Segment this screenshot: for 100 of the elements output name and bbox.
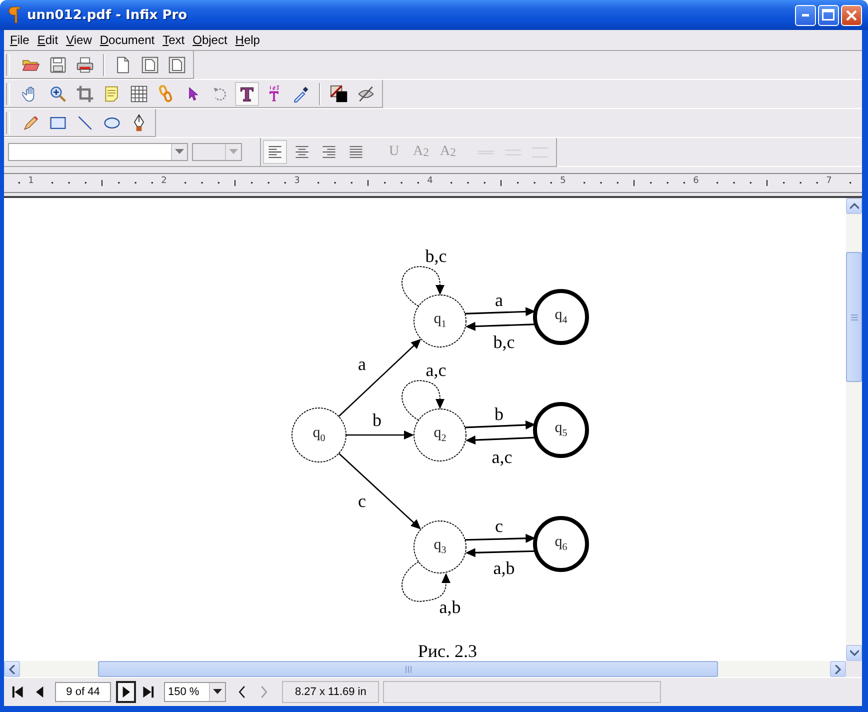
- scroll-down-button[interactable]: [846, 645, 862, 661]
- state-label: q$_{1}$: [434, 312, 446, 330]
- triangle-icon: [10, 684, 26, 700]
- transition-label: a,b: [493, 559, 515, 577]
- minimize-button[interactable]: [795, 4, 816, 26]
- align-right-icon: [320, 143, 338, 161]
- transition-label: a,c: [426, 361, 446, 379]
- transition-label: a: [358, 355, 366, 373]
- window-title: unn012.pdf - Infix Pro: [27, 8, 188, 22]
- next-page-button[interactable]: [116, 681, 136, 703]
- figure-caption: Рис. 2.3: [418, 642, 478, 660]
- note-icon: [103, 84, 121, 102]
- page-number-field[interactable]: 9 of 44: [55, 682, 111, 702]
- menu-item[interactable]: Document: [96, 33, 159, 47]
- state-label: q$_{6}$: [554, 535, 568, 553]
- grip-icon: [404, 666, 412, 672]
- dropdown-arrow-icon: [229, 149, 238, 155]
- state-label: q$_{3}$: [434, 538, 446, 556]
- ruler-number: 7: [825, 176, 833, 186]
- page-icon: [114, 56, 132, 74]
- chevron-right-icon: [835, 664, 841, 674]
- transition-arrow: [465, 436, 536, 445]
- ruler-number: 4: [426, 176, 434, 186]
- spacing-double-icon: [532, 146, 548, 158]
- transition-arrow: [465, 548, 536, 558]
- menu-item[interactable]: Edit: [33, 33, 62, 47]
- transition-label: b: [372, 411, 382, 429]
- state-label: q$_{2}$: [434, 426, 446, 444]
- dropdown-arrow-icon: [175, 149, 184, 155]
- floppy-icon: [49, 56, 67, 74]
- transition-label: b,c: [493, 333, 515, 351]
- spacing-wide-icon: [505, 148, 521, 156]
- scroll-thumb[interactable]: [846, 252, 862, 382]
- pencil-icon: [22, 114, 40, 132]
- scroll-left-button[interactable]: [4, 661, 20, 677]
- transition-arrow: [346, 430, 414, 440]
- page-frame-icon: [168, 56, 186, 74]
- maximize-icon: [822, 9, 835, 21]
- transition-label: b,c: [425, 247, 447, 265]
- transition-label: c: [358, 492, 366, 510]
- format-button[interactable]: [263, 140, 287, 164]
- transition-label: b: [494, 405, 504, 423]
- crop-icon: [76, 84, 94, 102]
- ruler-number: 2: [160, 176, 168, 186]
- page-size-readout: 8.27 x 11.69 in: [282, 681, 380, 703]
- transition-arrow: [464, 420, 536, 430]
- color-swatch-icon: [330, 84, 348, 102]
- ruler-number: 3: [293, 176, 301, 186]
- eyedropper-icon: [292, 84, 310, 102]
- align-center-icon: [293, 143, 311, 161]
- scroll-right-button[interactable]: [830, 661, 846, 677]
- spacing-single-icon: [478, 150, 494, 154]
- transition-arrow: [464, 307, 536, 316]
- state-label: q$_{5}$: [554, 421, 568, 439]
- transition-label: a,c: [492, 448, 512, 466]
- loop-arrow: [402, 266, 444, 307]
- minimize-icon: [802, 14, 809, 16]
- close-button[interactable]: [841, 4, 862, 26]
- state-label: q$_{0}$: [312, 426, 326, 444]
- state-label: q$_{4}$: [554, 308, 568, 326]
- menu-item[interactable]: File: [6, 33, 34, 47]
- loop-arrow: [402, 380, 444, 421]
- chevron-up-icon: [850, 203, 858, 209]
- page-frame-icon: [141, 56, 159, 74]
- vertical-scrollbar[interactable]: [846, 198, 862, 661]
- printer-icon: [76, 56, 94, 74]
- scroll-thumb[interactable]: [98, 661, 718, 677]
- triangle-icon: [140, 684, 156, 700]
- ruler-number: 1: [27, 176, 35, 186]
- text-tool-icon: [238, 84, 256, 102]
- menu-item[interactable]: Text: [158, 33, 189, 47]
- transition-arrow: [465, 322, 536, 331]
- dropdown-field[interactable]: [8, 143, 188, 161]
- transition-label: c: [495, 517, 503, 535]
- ruler-number: 6: [692, 176, 700, 186]
- transition-arrow: [464, 534, 536, 543]
- line-icon: [76, 114, 94, 132]
- close-icon: [846, 10, 857, 20]
- chain-icon: [157, 84, 175, 102]
- transition-label: a: [495, 291, 503, 309]
- loop-arrow: [402, 561, 450, 602]
- maximize-button[interactable]: [818, 4, 839, 26]
- transition-label: a,b: [439, 598, 461, 616]
- chevron-left-icon: [9, 664, 15, 674]
- zoom-icon: [49, 84, 67, 102]
- menu-item[interactable]: Help: [231, 33, 264, 47]
- chevron-down-icon: [850, 650, 858, 656]
- toolbar-button[interactable]: [235, 82, 259, 106]
- hidden-icon: [357, 84, 375, 102]
- grip-icon: [850, 314, 858, 320]
- zoom-dropdown[interactable]: 150 %: [164, 682, 226, 702]
- align-justify-icon: [347, 143, 365, 161]
- rotate-icon: [211, 84, 229, 102]
- app-logo-icon: [8, 6, 22, 24]
- menu-item[interactable]: View: [62, 33, 96, 47]
- menu-item[interactable]: Object: [188, 33, 232, 47]
- align-left-icon: [266, 143, 284, 161]
- horizontal-scrollbar[interactable]: [4, 661, 846, 677]
- dropdown-arrow-icon: [213, 689, 222, 695]
- scroll-up-button[interactable]: [846, 198, 862, 214]
